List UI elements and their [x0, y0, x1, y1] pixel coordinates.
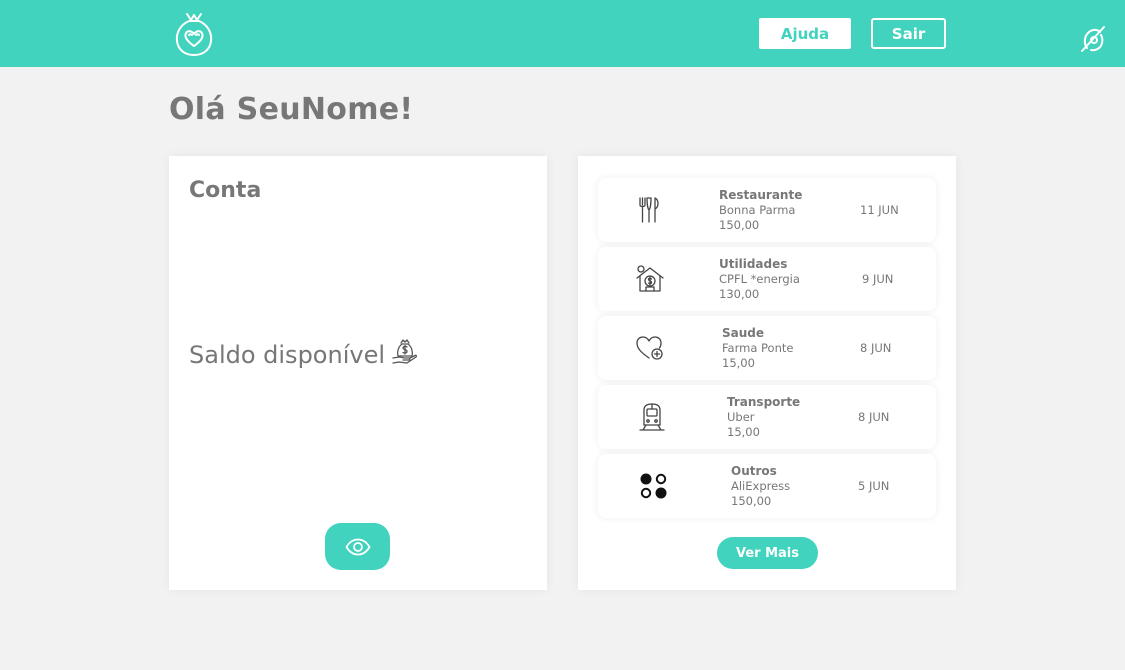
- transaction-amount: 150,00: [719, 218, 760, 232]
- transactions-card: Restaurante Bonna Parma 150,00 11 JUN Ut…: [578, 156, 956, 590]
- see-more-button[interactable]: Ver Mais: [717, 537, 818, 569]
- transaction-amount: 130,00: [719, 287, 760, 301]
- transaction-amount: 150,00: [731, 494, 772, 508]
- eye-icon: [344, 538, 371, 555]
- transaction-item[interactable]: Saude Farma Ponte 15,00 8 JUN: [598, 316, 936, 380]
- logout-button[interactable]: Sair: [871, 18, 946, 49]
- balance-label: Saldo disponível: [189, 341, 385, 369]
- train-icon: [639, 403, 665, 431]
- transaction-item[interactable]: Transporte Uber 15,00 8 JUN: [598, 385, 936, 449]
- page-title: Olá SeuNome!: [169, 92, 414, 127]
- transaction-date: 8 JUN: [858, 410, 890, 424]
- transaction-date: 8 JUN: [860, 341, 892, 355]
- transaction-category: Restaurante: [719, 188, 803, 202]
- transaction-category: Outros: [731, 464, 777, 478]
- transaction-category: Saude: [722, 326, 765, 340]
- cutlery-icon: [639, 197, 659, 223]
- transaction-amount: 15,00: [722, 356, 755, 370]
- money-bag-icon: [392, 339, 418, 364]
- transaction-merchant: CPFL *energia: [719, 272, 800, 286]
- transaction-merchant: AliExpress: [731, 479, 791, 493]
- transaction-item[interactable]: Outros AliExpress 150,00 5 JUN: [598, 454, 936, 518]
- transaction-category: Transporte: [727, 395, 801, 409]
- transaction-date: 9 JUN: [862, 272, 894, 286]
- pouch-heart-logo-icon[interactable]: [174, 11, 214, 57]
- help-button[interactable]: Ajuda: [759, 18, 851, 49]
- eye-slash-icon[interactable]: [1078, 24, 1108, 54]
- transaction-item[interactable]: Utilidades CPFL *energia 130,00 9 JUN: [598, 247, 936, 311]
- transaction-merchant: Uber: [727, 410, 755, 424]
- top-bar: Ajuda Sair: [0, 0, 1125, 67]
- transaction-merchant: Farma Ponte: [722, 341, 794, 355]
- four-circles-icon: [640, 473, 667, 499]
- balance-row: Saldo disponível: [189, 339, 419, 369]
- transaction-item[interactable]: Restaurante Bonna Parma 150,00 11 JUN: [598, 178, 936, 242]
- transaction-amount: 15,00: [727, 425, 760, 439]
- account-card: Conta Saldo disponível: [169, 156, 547, 590]
- transaction-merchant: Bonna Parma: [719, 203, 796, 217]
- transaction-category: Utilidades: [719, 257, 788, 271]
- heart-plus-icon: [636, 336, 663, 360]
- toggle-balance-button[interactable]: [325, 523, 390, 570]
- house-money-icon: [636, 265, 664, 292]
- account-title: Conta: [189, 178, 262, 203]
- transaction-date: 5 JUN: [858, 479, 890, 493]
- transaction-date: 11 JUN: [860, 203, 899, 217]
